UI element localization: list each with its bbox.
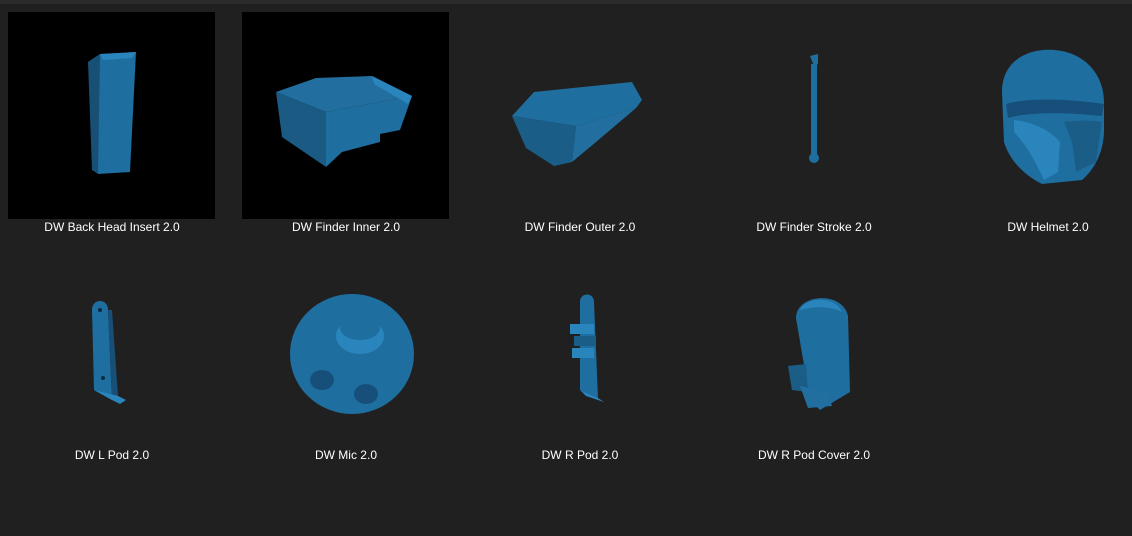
- file-tile-l-pod[interactable]: DW L Pod 2.0: [0, 228, 234, 462]
- file-thumbnail[interactable]: [242, 240, 449, 447]
- file-tile-back-head-insert[interactable]: DW Back Head Insert 2.0: [0, 0, 234, 234]
- file-thumbnail[interactable]: [710, 12, 917, 219]
- file-grid: DW Back Head Insert 2.0 DW Finder Inner …: [0, 0, 1132, 536]
- l-pod-model-icon: [92, 301, 126, 404]
- file-tile-r-pod[interactable]: DW R Pod 2.0: [468, 228, 702, 462]
- file-thumbnail[interactable]: [476, 12, 683, 219]
- file-thumbnail[interactable]: [710, 240, 917, 447]
- r-pod-model-icon: [570, 294, 604, 402]
- file-tile-helmet[interactable]: DW Helmet 2.0: [936, 0, 1132, 234]
- file-thumbnail[interactable]: [476, 240, 683, 447]
- file-name: DW R Pod Cover 2.0: [757, 448, 871, 462]
- file-name: DW R Pod 2.0: [541, 448, 619, 462]
- file-thumbnail[interactable]: [8, 12, 215, 219]
- file-tile-finder-stroke[interactable]: DW Finder Stroke 2.0: [702, 0, 936, 234]
- file-tile-finder-inner[interactable]: DW Finder Inner 2.0: [234, 0, 468, 234]
- finder-stroke-model-icon: [809, 54, 819, 163]
- file-tile-finder-outer[interactable]: DW Finder Outer 2.0: [468, 0, 702, 234]
- file-thumbnail[interactable]: [8, 240, 215, 447]
- finder-inner-model-icon: [276, 76, 412, 167]
- file-name: DW Mic 2.0: [314, 448, 377, 462]
- back-head-insert-model-icon: [88, 52, 136, 174]
- file-name: DW L Pod 2.0: [74, 448, 150, 462]
- finder-outer-model-icon: [512, 82, 642, 166]
- r-pod-cover-model-icon: [788, 298, 850, 410]
- file-thumbnail[interactable]: [944, 12, 1132, 219]
- file-tile-r-pod-cover[interactable]: DW R Pod Cover 2.0: [702, 228, 936, 462]
- mic-model-icon: [290, 294, 414, 414]
- file-name: DW Helmet 2.0: [1007, 220, 1089, 234]
- file-thumbnail[interactable]: [242, 12, 449, 219]
- helmet-model-icon: [1002, 49, 1104, 185]
- file-tile-mic[interactable]: DW Mic 2.0: [234, 228, 468, 462]
